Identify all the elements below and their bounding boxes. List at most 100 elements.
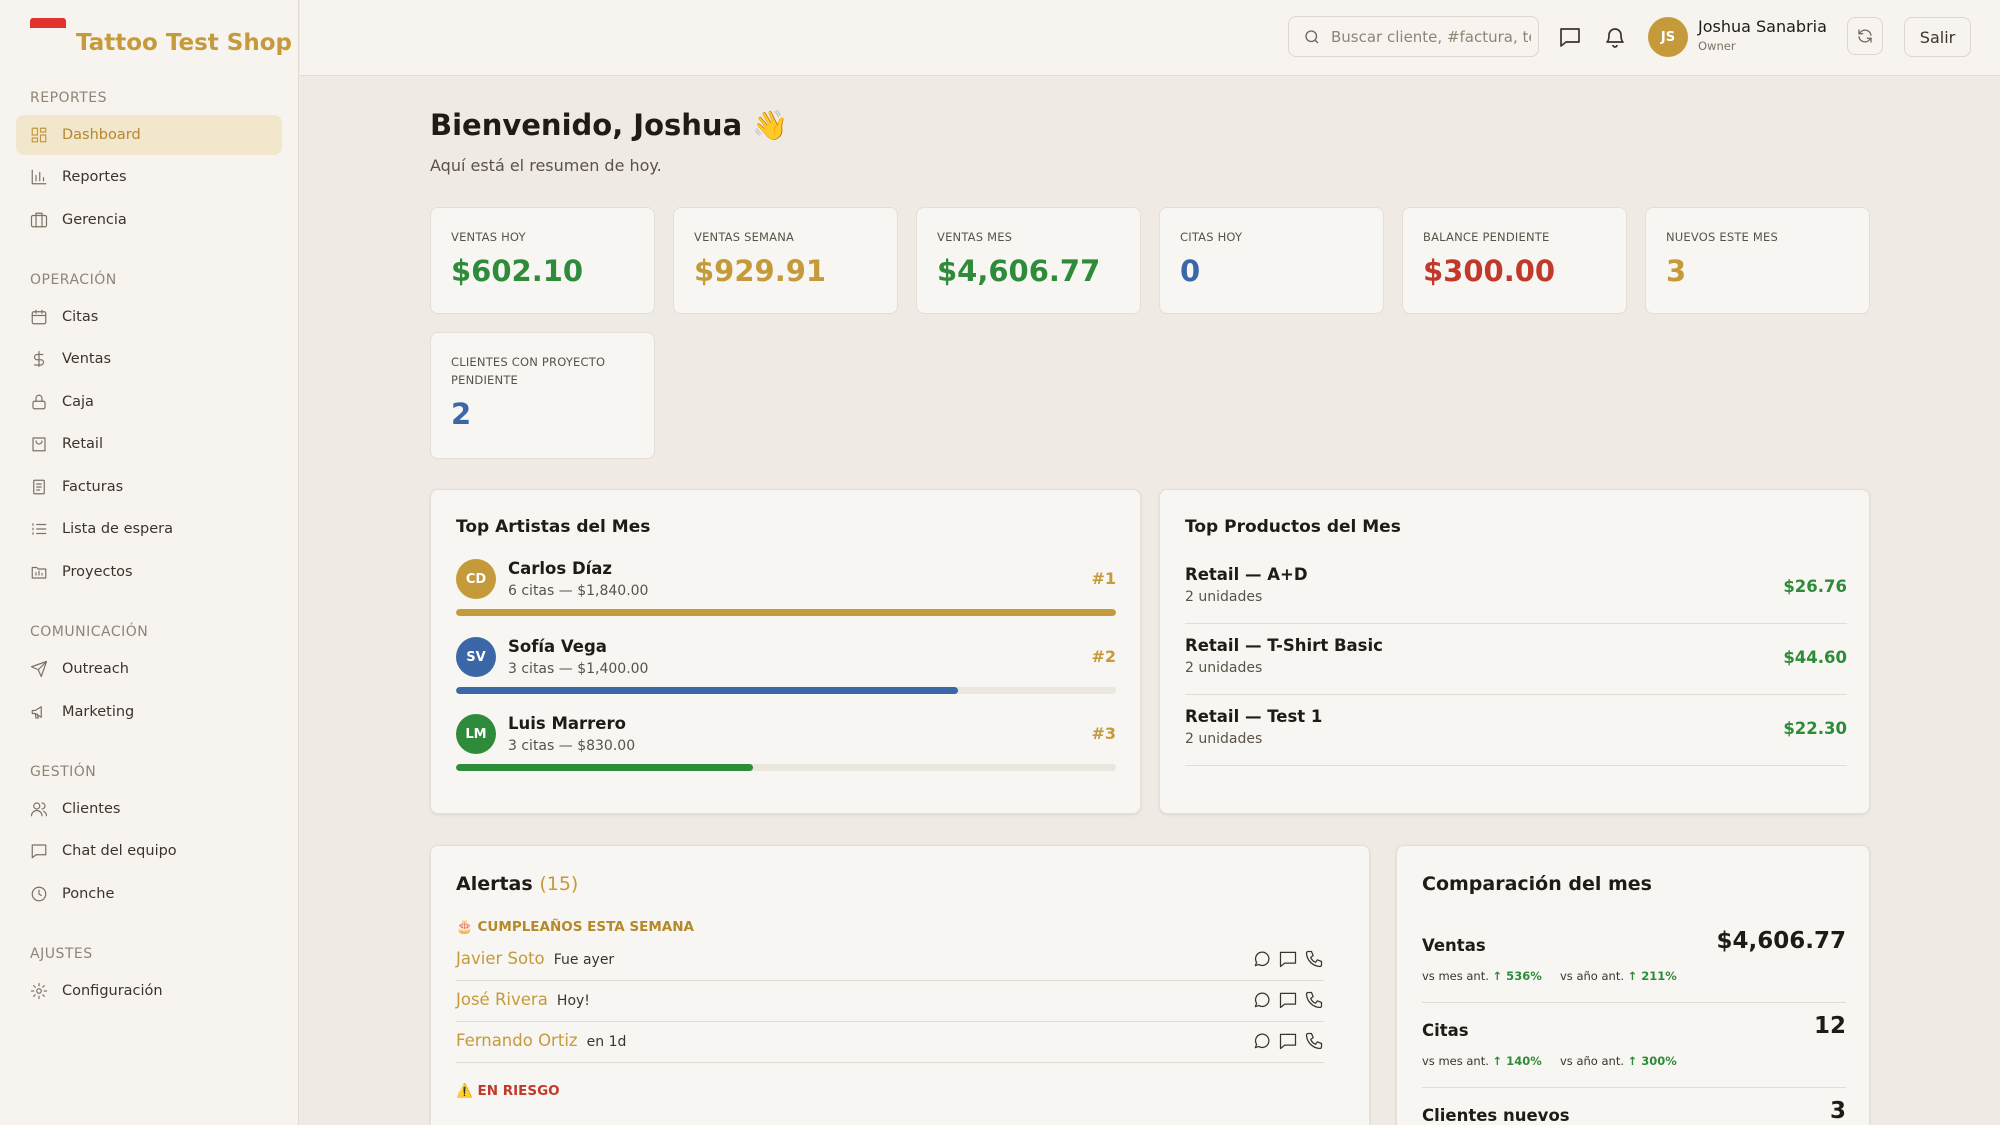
avatar: SV <box>456 637 496 677</box>
artist-row[interactable]: LM Luis Marrero 3 citas — $830.00 #3 <box>456 714 1116 774</box>
sidebar-item-gerencia[interactable]: Gerencia <box>16 200 282 240</box>
alerts-card: Alertas (15) 🎂 CUMPLEAÑOS ESTA SEMANA Ja… <box>430 845 1370 1125</box>
product-price: $26.76 <box>1783 577 1847 596</box>
brand-name: Tattoo Test Shop <box>76 30 292 56</box>
progress-fill <box>456 687 958 694</box>
dashboard-icon <box>30 126 48 144</box>
logout-button[interactable]: Salir <box>1904 17 1971 57</box>
sidebar-item-label: Gerencia <box>62 212 127 228</box>
sidebar-item-facturas[interactable]: Facturas <box>16 467 282 507</box>
sidebar-item-outreach[interactable]: Outreach <box>16 649 282 689</box>
sidebar-item-ponche[interactable]: Ponche <box>16 874 282 914</box>
avatar: CD <box>456 559 496 599</box>
alert-when: Hoy! <box>556 993 590 1009</box>
avatar: LM <box>456 714 496 754</box>
sidebar-item-label: Proyectos <box>62 564 133 580</box>
sidebar-item-configuracion[interactable]: Configuración <box>16 971 282 1011</box>
messages-icon[interactable] <box>1558 25 1584 51</box>
sidebar-item-label: Lista de espera <box>62 521 174 537</box>
message-icon[interactable] <box>1278 949 1298 969</box>
product-row[interactable]: Retail — T-Shirt Basic 2 unidades $44.60 <box>1185 624 1847 695</box>
brand-logo <box>30 18 66 28</box>
section-operacion: OPERACIÓN <box>30 272 117 288</box>
delta-value: ↑ 300% <box>1627 1054 1677 1068</box>
search-icon <box>1305 29 1319 43</box>
product-row[interactable]: Retail — Test 1 2 unidades $22.30 <box>1185 695 1847 766</box>
card-title: Comparación del mes <box>1422 873 1652 895</box>
artist-row[interactable]: SV Sofía Vega 3 citas — $1,400.00 #2 <box>456 637 1116 697</box>
phone-icon[interactable] <box>1304 949 1324 969</box>
sidebar-item-dashboard[interactable]: Dashboard <box>16 115 282 155</box>
sidebar-item-caja[interactable]: Caja <box>16 382 282 422</box>
sidebar: Tattoo Test Shop REPORTES Dashboard Repo… <box>0 0 299 1125</box>
comparison-row: Clientes nuevos 3 <box>1422 1088 1846 1125</box>
briefcase-icon <box>30 211 48 229</box>
page-title: Bienvenido, Joshua 👋 <box>430 108 789 142</box>
sidebar-item-retail[interactable]: Retail <box>16 424 282 464</box>
message-icon[interactable] <box>1278 1031 1298 1051</box>
sidebar-item-reportes[interactable]: Reportes <box>16 157 282 197</box>
comparison-row: Citas 12 vs mes ant. ↑ 140% vs año ant. … <box>1422 1003 1846 1088</box>
folder-icon <box>30 563 48 581</box>
users-icon <box>30 800 48 818</box>
artist-name: Carlos Díaz <box>508 559 613 578</box>
artist-name: Sofía Vega <box>508 637 607 656</box>
alert-when: en 1d <box>586 1034 627 1050</box>
sidebar-item-label: Ponche <box>62 886 115 902</box>
metric-value: 12 <box>1813 1013 1846 1039</box>
dollar-icon <box>30 350 48 368</box>
whatsapp-icon[interactable] <box>1252 949 1272 969</box>
whatsapp-icon[interactable] <box>1252 1031 1272 1051</box>
metric-name: Citas <box>1422 1021 1469 1040</box>
client-name-link[interactable]: Fernando Ortiz <box>456 1031 578 1050</box>
progress-track <box>456 764 1116 771</box>
stat-value: 2 <box>451 397 472 431</box>
delta-label: vs año ant. <box>1560 969 1624 983</box>
refresh-button[interactable] <box>1847 17 1883 55</box>
client-name-link[interactable]: José Rivera <box>456 990 548 1009</box>
list-icon <box>30 520 48 538</box>
stat-card-nuevos-este-mes: NUEVOS ESTE MES 3 <box>1645 207 1870 314</box>
stat-value: $929.91 <box>694 254 827 288</box>
brand[interactable]: Tattoo Test Shop <box>30 18 292 58</box>
artist-row[interactable]: CD Carlos Díaz 6 citas — $1,840.00 #1 <box>456 559 1116 619</box>
phone-icon[interactable] <box>1304 990 1324 1010</box>
stat-value: $602.10 <box>451 254 584 288</box>
sidebar-item-chat-del-equipo[interactable]: Chat del equipo <box>16 831 282 871</box>
artist-rank: #3 <box>1091 724 1116 743</box>
card-title: Top Productos del Mes <box>1185 517 1401 537</box>
sidebar-item-citas[interactable]: Citas <box>16 297 282 337</box>
user-avatar[interactable]: JS <box>1648 17 1688 57</box>
section-comunicacion: COMUNICACIÓN <box>30 624 149 640</box>
sidebar-item-label: Chat del equipo <box>62 843 177 859</box>
sidebar-item-ventas[interactable]: Ventas <box>16 339 282 379</box>
sidebar-item-label: Citas <box>62 309 99 325</box>
alert-row: Fernando Ortiz en 1d <box>456 1022 1324 1063</box>
comparison-row: Ventas $4,606.77 vs mes ant. ↑ 536% vs a… <box>1422 918 1846 1003</box>
artist-detail: 6 citas — $1,840.00 <box>508 583 649 599</box>
phone-icon[interactable] <box>1304 1031 1324 1051</box>
sidebar-item-label: Facturas <box>62 479 124 495</box>
stat-card-citas-hoy: CITAS HOY 0 <box>1159 207 1384 314</box>
product-row[interactable]: Retail — A+D 2 unidades $26.76 <box>1185 553 1847 624</box>
search-box[interactable] <box>1288 16 1539 57</box>
stat-label: VENTAS MES <box>937 230 1013 244</box>
sidebar-item-label: Marketing <box>62 704 135 720</box>
alert-row: José Rivera Hoy! <box>456 981 1324 1022</box>
sidebar-item-proyectos[interactable]: Proyectos <box>16 552 282 592</box>
sidebar-item-marketing[interactable]: Marketing <box>16 692 282 732</box>
gear-icon <box>30 982 48 1000</box>
delta-value: ↑ 536% <box>1492 969 1542 983</box>
artist-rank: #1 <box>1091 569 1116 588</box>
client-name-link[interactable]: Javier Soto <box>456 949 545 968</box>
search-input[interactable] <box>1331 27 1531 46</box>
product-units: 2 unidades <box>1185 660 1263 676</box>
message-icon[interactable] <box>1278 990 1298 1010</box>
whatsapp-icon[interactable] <box>1252 990 1272 1010</box>
delta-value: ↑ 211% <box>1627 969 1677 983</box>
user-name: Joshua Sanabria <box>1698 17 1827 36</box>
sidebar-item-lista-de-espera[interactable]: Lista de espera <box>16 509 282 549</box>
bell-icon[interactable] <box>1603 25 1629 51</box>
stat-label: VENTAS HOY <box>451 230 526 244</box>
sidebar-item-clientes[interactable]: Clientes <box>16 789 282 829</box>
